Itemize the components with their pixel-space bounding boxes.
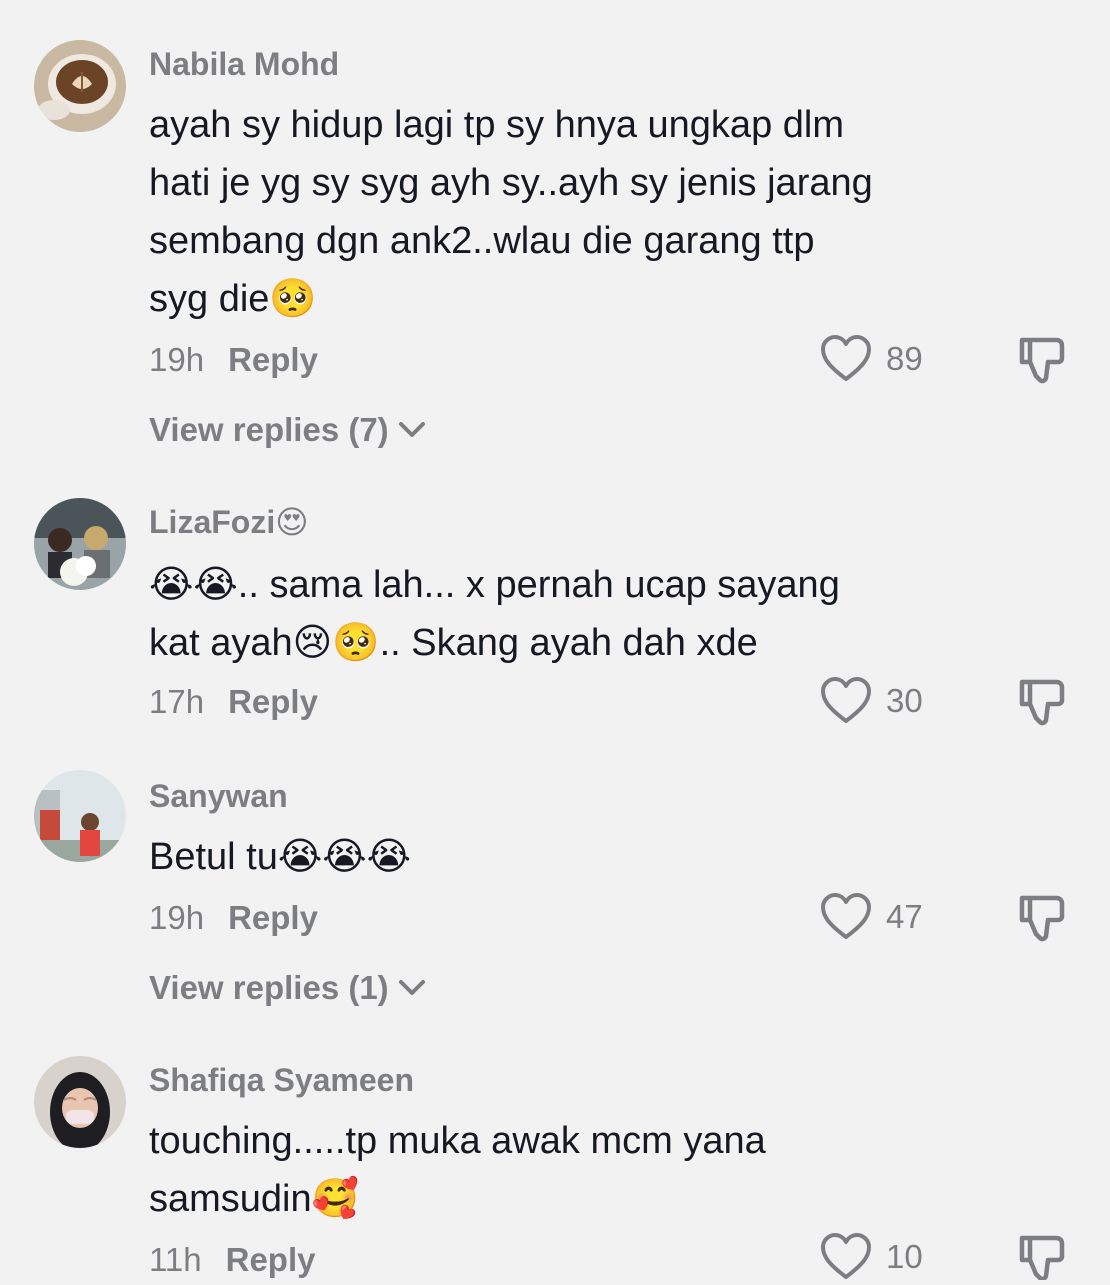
dislike-button[interactable] [1016,676,1068,728]
comment-time: 19h [149,899,205,936]
comment-text: 😭😭.. sama lah... x pernah ucap sayang ka… [149,564,840,664]
avatar[interactable] [34,1056,126,1148]
comment-meta: 17h Reply [149,680,318,724]
like-button[interactable]: 89 [820,334,923,384]
comment-text: touching.....tp muka awak mcm yana samsu… [149,1120,766,1220]
chevron-down-icon [398,980,425,995]
comment-text: ayah sy hidup lagi tp sy hnya ungkap dlm… [149,104,873,320]
heart-icon [821,893,871,939]
username[interactable]: LizaFozi😍 [149,502,309,542]
comment-text: Betul tu😭😭😭 [149,836,412,878]
like-count: 10 [886,1238,923,1275]
chevron-down-icon [398,422,425,437]
dislike-button[interactable] [1016,334,1068,386]
comment-time: 11h [149,1241,202,1278]
like-button[interactable]: 47 [820,892,923,942]
comment-time: 19h [149,341,205,378]
thumbs-down-icon [1019,895,1065,942]
thumbs-down-icon [1019,337,1065,384]
comment-meta: 11h Reply [149,1238,316,1282]
heart-icon [821,335,871,381]
username[interactable]: Sanywan [149,776,288,816]
view-replies-label: View replies (7) [149,411,389,448]
dislike-button[interactable] [1016,1232,1068,1284]
avatar[interactable] [34,40,126,132]
like-count: 47 [886,898,923,935]
like-button[interactable]: 30 [820,676,923,726]
comment-meta: 19h Reply [149,338,318,382]
like-button[interactable]: 10 [820,1232,923,1282]
reply-button[interactable]: Reply [228,683,318,721]
view-replies-button[interactable]: View replies (7) [149,408,427,452]
comment-time: 17h [149,683,205,720]
reply-button[interactable]: Reply [228,899,318,937]
avatar[interactable] [34,498,126,590]
comment-meta: 19h Reply [149,896,318,940]
view-replies-button[interactable]: View replies (1) [149,966,427,1010]
reply-button[interactable]: Reply [226,1241,316,1279]
username[interactable]: Shafiqa Syameen [149,1060,414,1100]
dislike-button[interactable] [1016,892,1068,944]
thumbs-down-icon [1019,1235,1065,1282]
reply-button[interactable]: Reply [228,341,318,379]
heart-icon [821,677,871,723]
view-replies-label: View replies (1) [149,969,389,1006]
heart-icon [821,1233,871,1279]
username[interactable]: Nabila Mohd [149,44,339,84]
like-count: 89 [886,340,923,377]
like-count: 30 [886,682,923,719]
avatar[interactable] [34,770,126,862]
thumbs-down-icon [1019,679,1065,726]
